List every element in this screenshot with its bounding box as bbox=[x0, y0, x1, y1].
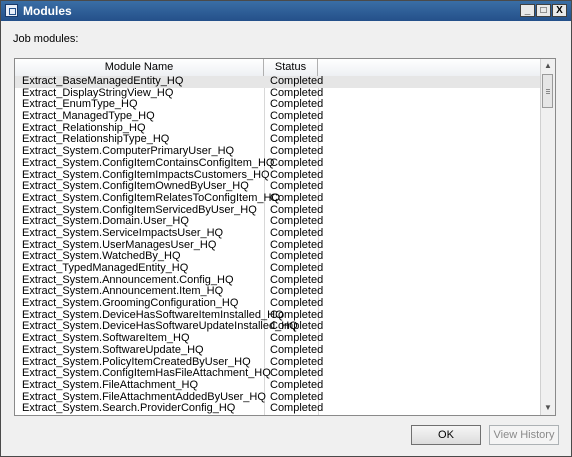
status-cell: Completed bbox=[270, 156, 324, 169]
window-app-icon[interactable] bbox=[5, 4, 18, 17]
table-row[interactable]: Extract_System.SoftwareUpdate_HQ Complete… bbox=[15, 343, 541, 357]
module-name-cell: Extract_System.Search.ProviderConfig_HQ bbox=[22, 402, 236, 415]
status-cell: Completed bbox=[270, 297, 324, 310]
table-row[interactable]: Extract_BaseManagedEntity_HQ Completed bbox=[15, 75, 541, 88]
status-cell: Completed bbox=[270, 378, 324, 391]
module-name-cell: Extract_System.GroomingConfiguration_HQ bbox=[22, 297, 239, 310]
table-row[interactable]: Extract_ManagedType_HQ Completed bbox=[15, 110, 541, 123]
module-name-cell: Extract_System.ConfigItemContainsConfigI… bbox=[22, 156, 275, 169]
thumb-grip bbox=[546, 91, 550, 92]
module-name-cell: Extract_BaseManagedEntity_HQ bbox=[22, 75, 184, 87]
status-cell: Completed bbox=[270, 343, 324, 356]
table-row[interactable]: Extract_TypedManagedEntity_HQ Completed bbox=[15, 262, 541, 275]
modules-list[interactable]: Module Name Status Extract_BaseManagedEn… bbox=[14, 58, 556, 416]
module-name-cell: Extract_System.ServiceImpactsUser_HQ bbox=[22, 226, 224, 239]
scroll-down-arrow-icon[interactable]: ▼ bbox=[541, 401, 555, 415]
vertical-scrollbar[interactable]: ▲ ▼ bbox=[540, 59, 555, 415]
title-bar[interactable]: Modules _ □ X bbox=[1, 1, 571, 21]
module-name-cell: Extract_System.FileAttachment_HQ bbox=[22, 378, 199, 391]
column-header-status[interactable]: Status bbox=[264, 59, 318, 76]
scroll-up-arrow-icon[interactable]: ▲ bbox=[541, 59, 555, 73]
job-modules-label: Job modules: bbox=[13, 33, 79, 45]
window-title: Modules bbox=[23, 4, 72, 18]
modules-dialog: Modules _ □ X Job modules: Module Name S… bbox=[0, 0, 572, 457]
status-cell: Completed bbox=[270, 226, 324, 239]
ok-button[interactable]: OK bbox=[411, 425, 481, 445]
module-name-cell: Extract_ManagedType_HQ bbox=[22, 110, 155, 123]
table-row[interactable]: Extract_System.Search.ProviderConfig_HQ C… bbox=[15, 403, 541, 415]
table-row[interactable]: Extract_System.FileAttachment_HQ Complete… bbox=[15, 378, 541, 392]
table-row[interactable]: Extract_System.ConfigItemContainsConfigI… bbox=[15, 156, 541, 170]
status-cell: Completed bbox=[270, 110, 324, 123]
module-name-cell: Extract_System.SoftwareUpdate_HQ bbox=[22, 343, 204, 356]
status-cell: Completed bbox=[270, 75, 324, 87]
table-row[interactable]: Extract_System.GroomingConfiguration_HQ C… bbox=[15, 297, 541, 310]
scroll-thumb[interactable] bbox=[542, 74, 553, 108]
status-cell: Completed bbox=[270, 262, 324, 274]
minimize-button[interactable]: _ bbox=[520, 4, 535, 17]
close-button[interactable]: X bbox=[552, 4, 567, 17]
status-cell: Completed bbox=[270, 191, 324, 204]
status-cell: Completed bbox=[270, 402, 324, 415]
thumb-grip bbox=[546, 93, 550, 94]
view-history-button[interactable]: View History bbox=[489, 425, 559, 445]
module-name-cell: Extract_System.ConfigItemRelatesToConfig… bbox=[22, 191, 280, 204]
thumb-grip bbox=[546, 89, 550, 90]
column-header-module-name[interactable]: Module Name bbox=[15, 59, 264, 76]
table-row[interactable]: Extract_System.ServiceImpactsUser_HQ Comp… bbox=[15, 226, 541, 240]
maximize-button[interactable]: □ bbox=[536, 4, 551, 17]
module-name-cell: Extract_TypedManagedEntity_HQ bbox=[22, 262, 189, 274]
table-row[interactable]: Extract_System.ConfigItemRelatesToConfig… bbox=[15, 191, 541, 205]
list-rows: Extract_BaseManagedEntity_HQ Completed Ext… bbox=[15, 75, 541, 415]
